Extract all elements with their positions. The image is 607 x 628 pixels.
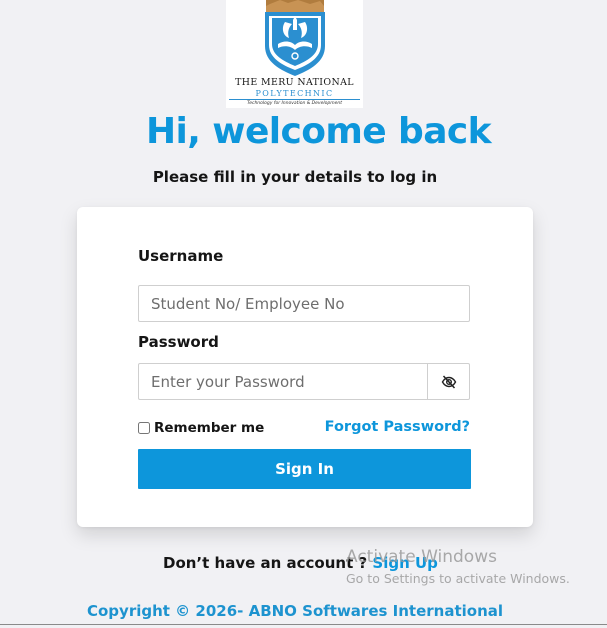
page-title: Hi, welcome back — [146, 111, 492, 152]
activate-windows-subtitle: Go to Settings to activate Windows. — [346, 571, 570, 586]
username-input[interactable] — [139, 286, 469, 321]
toggle-password-visibility-button[interactable] — [427, 364, 469, 399]
username-field-wrapper — [138, 285, 470, 322]
institution-logo: THE MERU NATIONAL POLYTECHNIC Technology… — [226, 0, 363, 108]
bottom-divider — [0, 624, 607, 625]
password-field-wrapper — [138, 363, 470, 400]
page-subtitle: Please fill in your details to log in — [152, 168, 438, 186]
remember-me-label: Remember me — [154, 420, 265, 436]
logo-name: THE MERU NATIONAL — [235, 77, 354, 88]
password-input[interactable] — [139, 364, 429, 399]
signup-prompt-text: Don’t have an account ? — [163, 554, 373, 572]
logo-divider — [229, 99, 360, 100]
copyright-text: Copyright © 2026- ABNO Softwares Interna… — [86, 602, 504, 620]
login-card: Username Password Remember me Forgot Pas… — [77, 207, 533, 527]
forgot-password-link[interactable]: Forgot Password? — [325, 419, 470, 435]
password-label: Password — [138, 333, 219, 351]
eye-slash-icon — [441, 374, 456, 389]
shield-crest-icon — [265, 0, 325, 76]
logo-subname: POLYTECHNIC — [255, 89, 334, 98]
sign-in-button[interactable]: Sign In — [138, 449, 471, 489]
username-label: Username — [138, 247, 224, 265]
login-page: THE MERU NATIONAL POLYTECHNIC Technology… — [0, 0, 607, 628]
remember-me-checkbox[interactable] — [138, 422, 150, 434]
logo-tagline: Technology for Innovation & Development — [247, 101, 342, 106]
remember-me-row[interactable]: Remember me — [138, 420, 264, 436]
activate-windows-title: Activate Windows — [346, 547, 497, 567]
